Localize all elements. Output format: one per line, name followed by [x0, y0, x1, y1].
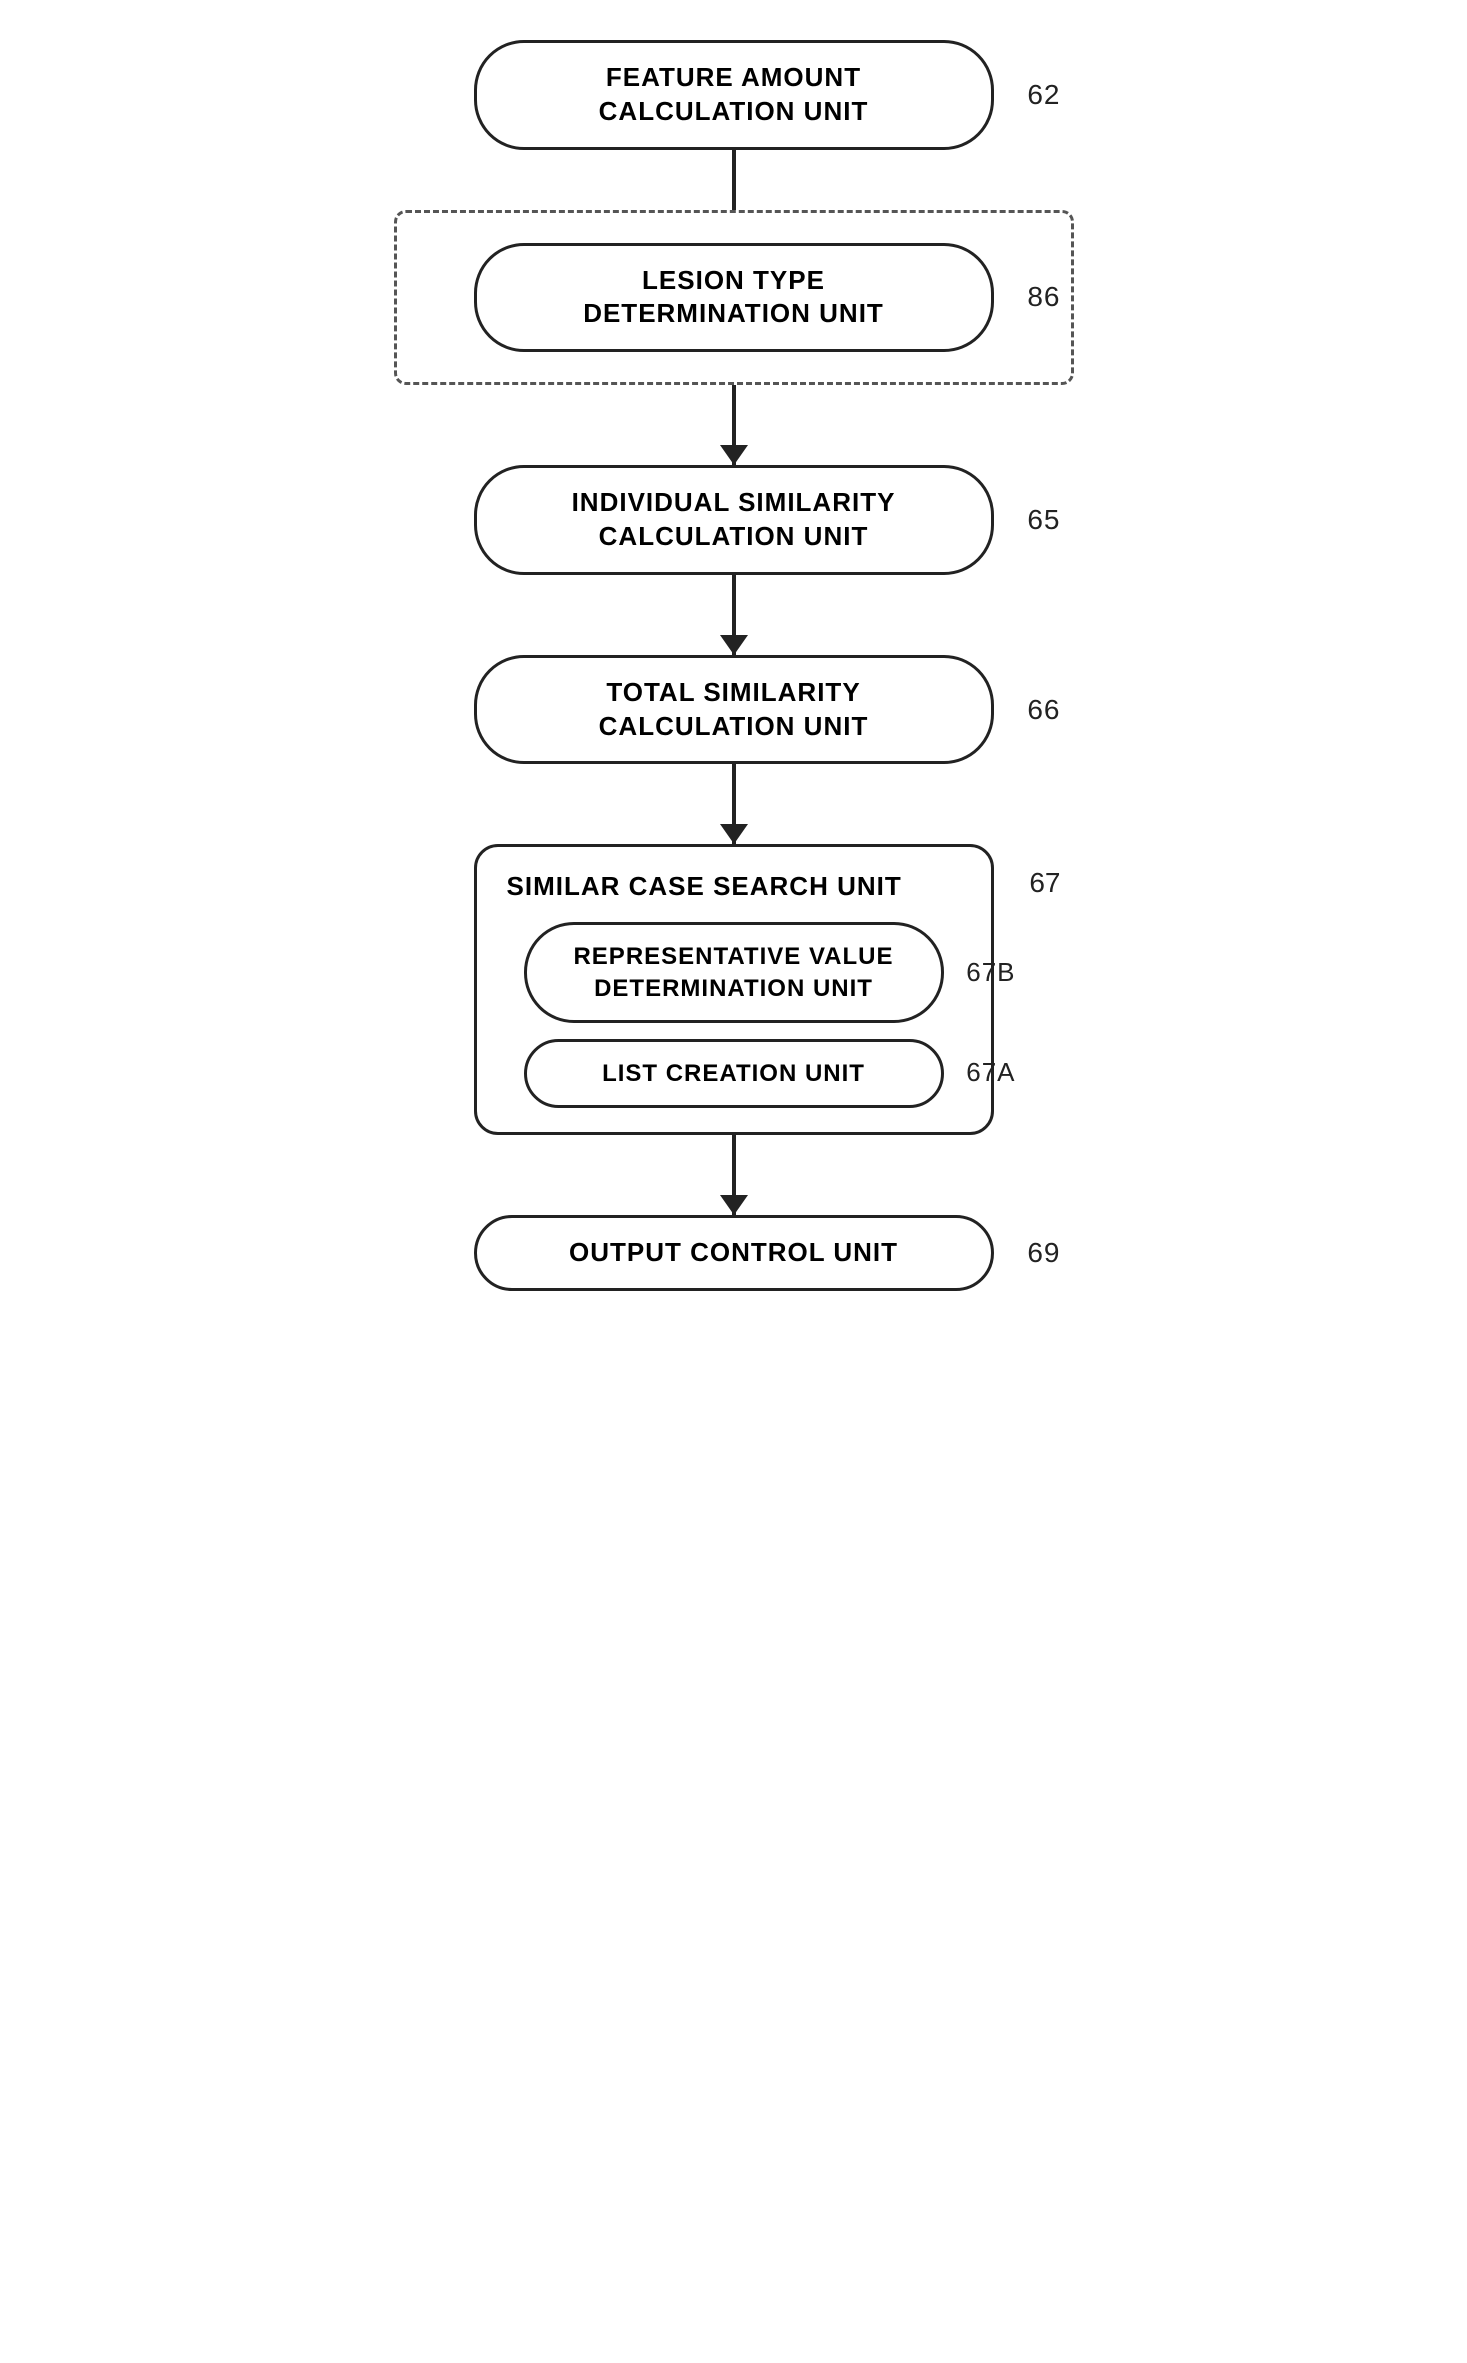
arrow-line-5: [732, 1135, 736, 1195]
arrow-4: [732, 764, 736, 844]
feature-amount-id: 62: [1027, 77, 1060, 113]
total-similarity-id: 66: [1027, 691, 1060, 727]
feature-amount-node: FEATURE AMOUNT CALCULATION UNIT 62: [474, 40, 994, 150]
arrow-3: [732, 575, 736, 655]
individual-similarity-text: INDIVIDUAL SIMILARITYCALCULATION UNIT: [572, 487, 896, 551]
individual-similarity-node: INDIVIDUAL SIMILARITYCALCULATION UNIT 65: [474, 465, 994, 575]
arrow-line-1: [732, 150, 736, 210]
arrow-head-2: [720, 445, 748, 465]
arrow-line-2: [732, 385, 736, 445]
total-similarity-text: TOTAL SIMILARITYCALCULATION UNIT: [599, 677, 869, 741]
arrow-head-5: [720, 1195, 748, 1215]
similar-case-id: 67: [1029, 867, 1060, 899]
similar-case-search-outer: 67 SIMILAR CASE SEARCH UNIT REPRESENTATI…: [474, 844, 994, 1135]
individual-similarity-id: 65: [1027, 502, 1060, 538]
output-control-id: 69: [1027, 1235, 1060, 1271]
arrow-line-3: [732, 575, 736, 635]
representative-value-id: 67B: [966, 956, 1015, 990]
feature-amount-line1: FEATURE AMOUNT CALCULATION UNIT: [599, 62, 869, 126]
flowchart-diagram: FEATURE AMOUNT CALCULATION UNIT 62 LESIO…: [384, 40, 1084, 1291]
output-control-text: OUTPUT CONTROL UNIT: [569, 1237, 898, 1267]
arrow-5: [732, 1135, 736, 1215]
lesion-type-node: LESION TYPEDETERMINATION UNIT 86: [474, 243, 994, 353]
dashed-box: LESION TYPEDETERMINATION UNIT 86: [394, 210, 1074, 386]
list-creation-id: 67A: [966, 1056, 1015, 1090]
lesion-type-text: LESION TYPEDETERMINATION UNIT: [583, 265, 884, 329]
arrow-2: [732, 385, 736, 465]
list-creation-node: LIST CREATION UNIT 67A: [524, 1039, 944, 1108]
arrow-line-4: [732, 764, 736, 824]
output-control-node: OUTPUT CONTROL UNIT 69: [474, 1215, 994, 1291]
similar-case-title: SIMILAR CASE SEARCH UNIT: [497, 871, 902, 902]
arrow-1: [732, 150, 736, 210]
total-similarity-node: TOTAL SIMILARITYCALCULATION UNIT 66: [474, 655, 994, 765]
arrow-head-3: [720, 635, 748, 655]
lesion-type-id: 86: [1027, 279, 1060, 315]
list-creation-text: LIST CREATION UNIT: [602, 1060, 865, 1087]
arrow-head-4: [720, 824, 748, 844]
representative-value-text: REPRESENTATIVE VALUEDETERMINATION UNIT: [573, 943, 893, 1001]
representative-value-node: REPRESENTATIVE VALUEDETERMINATION UNIT 6…: [524, 922, 944, 1022]
